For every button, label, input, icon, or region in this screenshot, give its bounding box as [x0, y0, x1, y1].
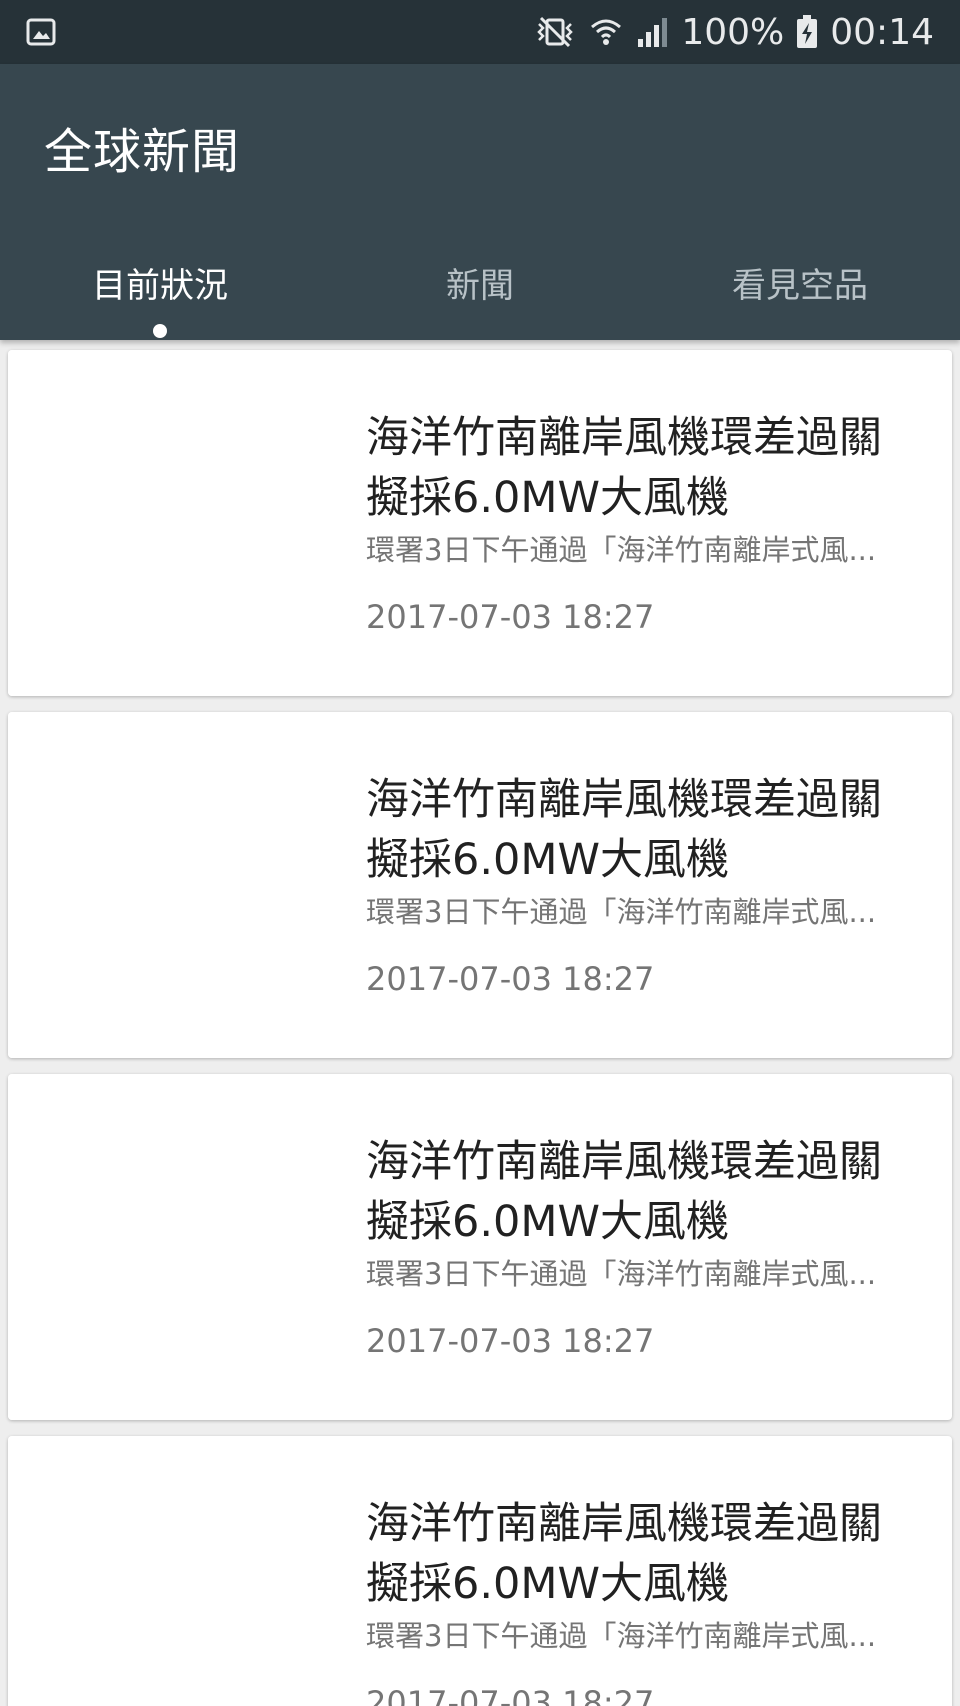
news-title: 海洋竹南離岸風機環差過關 擬採6.0MW大風機	[366, 1137, 882, 1247]
battery-percent: 100%	[681, 11, 785, 53]
news-title: 海洋竹南離岸風機環差過關 擬採6.0MW大風機	[366, 1499, 882, 1609]
news-summary: 環署3日下午通過「海洋竹南離岸式風...	[366, 1257, 877, 1291]
tab-label: 新聞	[446, 266, 514, 306]
wifi-icon	[589, 15, 623, 49]
image-icon	[26, 17, 56, 47]
news-date: 2017-07-03 18:27	[366, 1322, 655, 1360]
tab-news[interactable]: 新聞	[320, 244, 640, 340]
news-summary: 環署3日下午通過「海洋竹南離岸式風...	[366, 533, 877, 567]
news-card[interactable]: 海洋竹南離岸風機環差過關 擬採6.0MW大風機 環署3日下午通過「海洋竹南離岸式…	[8, 712, 952, 1058]
news-date: 2017-07-03 18:27	[366, 598, 655, 636]
news-card[interactable]: 海洋竹南離岸風機環差過關 擬採6.0MW大風機 環署3日下午通過「海洋竹南離岸式…	[8, 1436, 952, 1706]
news-list[interactable]: 海洋竹南離岸風機環差過關 擬採6.0MW大風機 環署3日下午通過「海洋竹南離岸式…	[0, 340, 960, 1706]
news-thumbnail	[8, 1074, 348, 1420]
news-date: 2017-07-03 18:27	[366, 1684, 655, 1706]
news-date: 2017-07-03 18:27	[366, 960, 655, 998]
tab-bar: 目前狀況 新聞 看見空品	[0, 244, 960, 340]
clock: 00:14	[830, 11, 934, 53]
tab-indicator	[153, 324, 167, 338]
battery-charging-icon	[796, 15, 818, 49]
tab-label: 目前狀況	[92, 266, 228, 306]
news-card[interactable]: 海洋竹南離岸風機環差過關 擬採6.0MW大風機 環署3日下午通過「海洋竹南離岸式…	[8, 1074, 952, 1420]
vibrate-mute-icon	[533, 15, 577, 49]
status-bar: 100% 00:14	[0, 0, 960, 64]
tab-label: 看見空品	[732, 266, 868, 306]
signal-icon	[635, 15, 669, 49]
news-thumbnail	[8, 350, 348, 696]
app-bar: 全球新聞 目前狀況 新聞 看見空品	[0, 64, 960, 340]
news-thumbnail	[8, 712, 348, 1058]
app-title: 全球新聞	[44, 124, 241, 180]
news-title: 海洋竹南離岸風機環差過關 擬採6.0MW大風機	[366, 775, 882, 885]
news-card[interactable]: 海洋竹南離岸風機環差過關 擬採6.0MW大風機 環署3日下午通過「海洋竹南離岸式…	[8, 350, 952, 696]
news-title: 海洋竹南離岸風機環差過關 擬採6.0MW大風機	[366, 413, 882, 523]
tab-air-quality[interactable]: 看見空品	[640, 244, 960, 340]
tab-current-status[interactable]: 目前狀況	[0, 244, 320, 340]
news-summary: 環署3日下午通過「海洋竹南離岸式風...	[366, 1619, 877, 1653]
news-summary: 環署3日下午通過「海洋竹南離岸式風...	[366, 895, 877, 929]
status-icons: 100% 00:14	[533, 0, 934, 64]
news-thumbnail	[8, 1436, 348, 1706]
